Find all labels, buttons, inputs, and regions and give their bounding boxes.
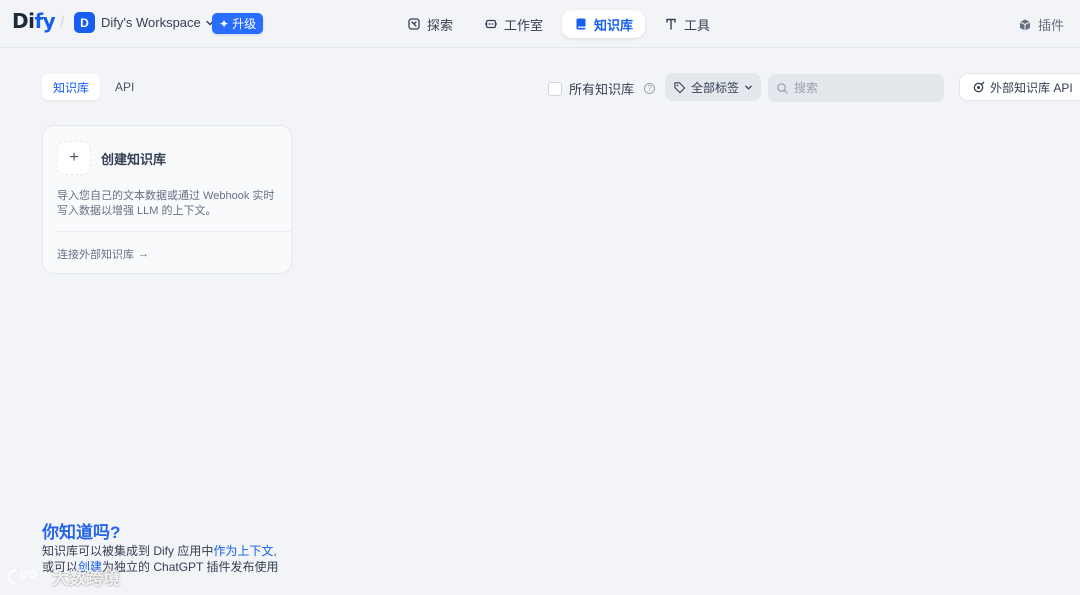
create-knowledge-title: 创建知识库 [101,151,167,167]
all-knowledge-toggle[interactable]: 所有知识库 ? [548,79,656,98]
connect-external-knowledge-link[interactable]: 连接外部知识库 → [57,246,149,262]
top-bar: Dify / D Dify's Workspace ✦ 升级 探索 工作室 知识… [0,0,1080,48]
nav-label: 探索 [427,17,454,33]
nav-tools[interactable]: 工具 [652,10,722,38]
tools-icon [666,18,676,30]
tag-filter-dropdown[interactable]: 全部标签 [665,73,761,101]
create-knowledge-card[interactable]: + 创建知识库 导入您自己的文本数据或通过 Webhook 实时写入数据以增强 … [42,125,292,274]
nav-knowledge[interactable]: 知识库 [562,10,646,38]
create-knowledge-description: 导入您自己的文本数据或通过 Webhook 实时写入数据以增强 LLM 的上下文… [57,190,275,217]
view-tabs: 知识库 API [42,74,145,100]
main-nav: 探索 工作室 知识库 工具 [0,10,1080,38]
nav-explore[interactable]: 探索 [395,10,465,38]
tip-line2-suffix: 为独立的 ChatGPT 插件发布使用 [102,560,279,574]
arrow-right-icon: → [138,248,149,260]
tip-title: 你知道吗? [42,523,121,542]
nav-label: 工具 [684,17,711,33]
studio-icon [485,19,497,29]
all-knowledge-checkbox[interactable] [548,81,562,96]
create-knowledge-header[interactable]: + 创建知识库 [57,141,166,175]
card-divider [55,231,291,232]
search-icon [777,82,788,94]
watermark-text: 大数跨境 [52,569,120,588]
all-knowledge-label: 所有知识库 [569,82,635,97]
nav-label: 知识库 [594,17,634,33]
watermark: 大数跨境 [8,564,120,589]
plugins-label: 插件 [1037,18,1064,33]
tag-filter-label: 全部标签 [691,80,740,95]
chevron-down-icon [745,85,752,90]
search-box[interactable] [768,74,944,102]
plus-icon: + [57,141,91,175]
tip-line1-suffix: , [273,544,277,558]
external-api-label: 外部知识库 API [990,80,1073,95]
nav-label: 工作室 [504,17,544,33]
tab-knowledge[interactable]: 知识库 [42,74,101,100]
plugins-button[interactable]: 插件 [1018,15,1064,34]
watermark-logo-icon [8,568,37,585]
search-input[interactable] [794,81,934,95]
tab-api[interactable]: API [104,74,145,100]
external-knowledge-api-button[interactable]: 外部知识库 API [959,73,1080,101]
tag-icon [674,81,686,93]
cube-icon [1019,19,1031,30]
help-icon[interactable]: ? [644,83,656,94]
tip-line1-prefix: 知识库可以被集成到 Dify 应用中 [42,544,214,558]
explore-icon [408,18,420,30]
book-icon [576,18,586,30]
connect-external-label: 连接外部知识库 [57,249,134,261]
as-context-link[interactable]: 作为上下文 [213,544,273,558]
nav-studio[interactable]: 工作室 [472,10,555,38]
api-connection-icon [973,81,985,92]
